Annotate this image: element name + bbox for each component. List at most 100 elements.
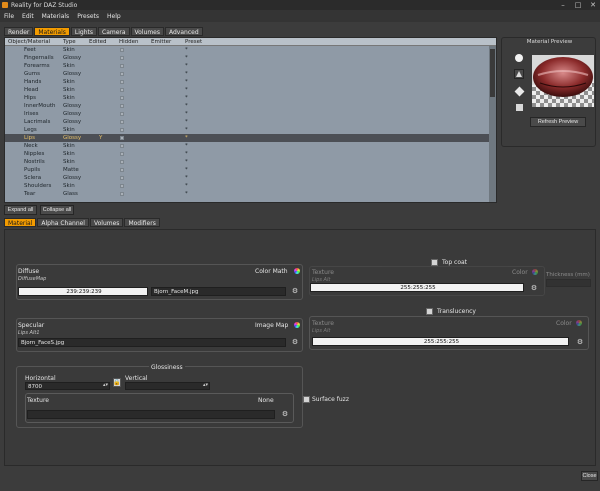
vertical-spinbox[interactable] [125, 382, 210, 390]
cube-shape-icon[interactable] [514, 86, 524, 96]
table-row[interactable]: Gums Glossy * [5, 70, 489, 78]
table-row[interactable]: Shoulders Skin * [5, 182, 489, 190]
hidden-checkbox[interactable] [120, 152, 124, 156]
table-row[interactable]: Sclera Glossy * [5, 174, 489, 182]
hidden-checkbox[interactable] [120, 144, 124, 148]
table-row[interactable]: Lacrimals Glossy * [5, 118, 489, 126]
tab-camera[interactable]: Camera [98, 27, 130, 36]
top-coat-gear-icon[interactable]: ⚙ [530, 284, 538, 292]
tab-alpha-channel[interactable]: Alpha Channel [37, 218, 89, 227]
spin-arrows-icon[interactable]: ▴▾ [103, 382, 108, 388]
table-row[interactable]: Forearms Skin * [5, 62, 489, 70]
scrollbar-thumb[interactable] [490, 49, 495, 97]
table-row[interactable]: Hands Skin * [5, 78, 489, 86]
hidden-checkbox[interactable] [120, 80, 124, 84]
menu-file[interactable]: File [4, 13, 14, 20]
hidden-checkbox[interactable] [120, 184, 124, 188]
square-shape-icon[interactable] [514, 102, 524, 112]
menu-presets[interactable]: Presets [77, 13, 99, 20]
glossiness-settings-gear-icon[interactable]: ⚙ [281, 410, 289, 418]
table-row[interactable]: Legs Skin * [5, 126, 489, 134]
table-row[interactable]: Irises Glossy * [5, 110, 489, 118]
top-coat-color-field[interactable]: 255:255:255 [310, 283, 524, 292]
hidden-checkbox[interactable] [120, 104, 124, 108]
color-wheel-icon[interactable] [294, 322, 300, 328]
hidden-checkbox[interactable] [120, 72, 124, 76]
thickness-spinbox[interactable] [546, 279, 591, 287]
hidden-checkbox[interactable] [120, 96, 124, 100]
table-scrollbar[interactable] [489, 46, 496, 202]
table-row[interactable]: Fingernails Glossy * [5, 54, 489, 62]
hidden-checkbox[interactable] [120, 160, 124, 164]
diffuse-texture-field[interactable]: Bjorn_FaceM.jpg [151, 287, 286, 296]
diffuse-color-field[interactable]: 239:239:239 [18, 287, 148, 296]
expand-all-button[interactable]: Expand all [4, 205, 37, 215]
hidden-checkbox[interactable] [120, 56, 124, 60]
col-edited[interactable]: Edited [89, 38, 107, 46]
translucency-gear-icon[interactable]: ⚙ [576, 338, 584, 346]
tab-material[interactable]: Material [4, 218, 37, 227]
tab-modifiers[interactable]: Modifiers [124, 218, 160, 227]
hidden-checkbox[interactable] [120, 88, 124, 92]
translucency-color-field[interactable]: 255:255:255 [312, 337, 569, 346]
hidden-checkbox[interactable] [120, 176, 124, 180]
tab-render[interactable]: Render [4, 27, 34, 36]
tab-advanced[interactable]: Advanced [165, 27, 203, 36]
hidden-checkbox[interactable] [120, 64, 124, 68]
minimize-button[interactable]: – [556, 0, 570, 10]
hidden-checkbox[interactable] [120, 128, 124, 132]
col-emitter[interactable]: Emitter [151, 38, 171, 46]
col-type[interactable]: Type [63, 38, 76, 46]
surface-fuzz-checkbox[interactable] [303, 396, 310, 403]
diffuse-settings-gear-icon[interactable]: ⚙ [291, 287, 299, 295]
table-row[interactable]: Feet Skin * [5, 46, 489, 54]
color-wheel-icon[interactable] [576, 320, 582, 326]
table-row[interactable]: InnerMouth Glossy * [5, 102, 489, 110]
sphere-shape-icon[interactable] [514, 53, 524, 63]
table-row[interactable]: Nipples Skin * [5, 150, 489, 158]
close-window-button[interactable]: ✕ [586, 0, 600, 10]
material-table[interactable]: Object/Material Type Edited Hidden Emitt… [4, 37, 497, 203]
translucency-checkbox[interactable] [426, 308, 433, 315]
hidden-checkbox[interactable] [120, 192, 124, 196]
tab-volumes-material[interactable]: Volumes [89, 218, 124, 227]
menu-materials[interactable]: Materials [42, 13, 70, 20]
table-row[interactable]: Tear Glass * [5, 190, 489, 198]
hidden-checkbox[interactable] [120, 120, 124, 124]
table-row[interactable]: Head Skin * [5, 86, 489, 94]
maximize-button[interactable]: □ [571, 0, 585, 10]
tab-lights[interactable]: Lights [70, 27, 97, 36]
diffuse-mode-label[interactable]: Color Math [255, 268, 288, 275]
table-row[interactable]: Nostrils Skin * [5, 158, 489, 166]
table-row[interactable]: Hips Skin * [5, 94, 489, 102]
hidden-checkbox[interactable] [120, 48, 124, 52]
col-object-material[interactable]: Object/Material [8, 38, 50, 46]
horizontal-spinbox[interactable]: 8700 [25, 382, 110, 390]
top-coat-checkbox[interactable] [431, 259, 438, 266]
collapse-all-button[interactable]: Collapse all [40, 205, 74, 215]
glossiness-texture-field[interactable] [27, 410, 275, 419]
color-wheel-icon[interactable] [532, 269, 538, 275]
specular-settings-gear-icon[interactable]: ⚙ [291, 338, 299, 346]
table-row[interactable]: Pupils Matte * [5, 166, 489, 174]
color-wheel-icon[interactable] [294, 268, 300, 274]
col-preset[interactable]: Preset [185, 38, 202, 46]
hidden-checkbox[interactable] [120, 168, 124, 172]
tab-volumes[interactable]: Volumes [130, 27, 164, 36]
close-button[interactable]: Close [581, 471, 598, 481]
menu-help[interactable]: Help [107, 13, 121, 20]
hidden-checkbox[interactable] [120, 112, 124, 116]
cloth-shape-icon[interactable] [514, 69, 524, 79]
specular-mode-label[interactable]: Image Map [255, 322, 288, 329]
specular-texture-field[interactable]: Bjorn_FaceS.jpg [18, 338, 286, 347]
menu-edit[interactable]: Edit [22, 13, 34, 20]
hidden-checkbox[interactable] [120, 136, 124, 140]
tab-materials[interactable]: Materials [34, 27, 70, 36]
lock-icon[interactable]: 🔒 [113, 378, 121, 387]
table-row[interactable]: Neck Skin * [5, 142, 489, 150]
refresh-preview-button[interactable]: Refresh Preview [530, 117, 586, 127]
col-hidden[interactable]: Hidden [119, 38, 139, 46]
glossiness-texture-mode[interactable]: None [258, 397, 274, 404]
table-row[interactable]: Lips Glossy Y * [5, 134, 489, 142]
spin-arrows-icon[interactable]: ▴▾ [203, 382, 208, 388]
